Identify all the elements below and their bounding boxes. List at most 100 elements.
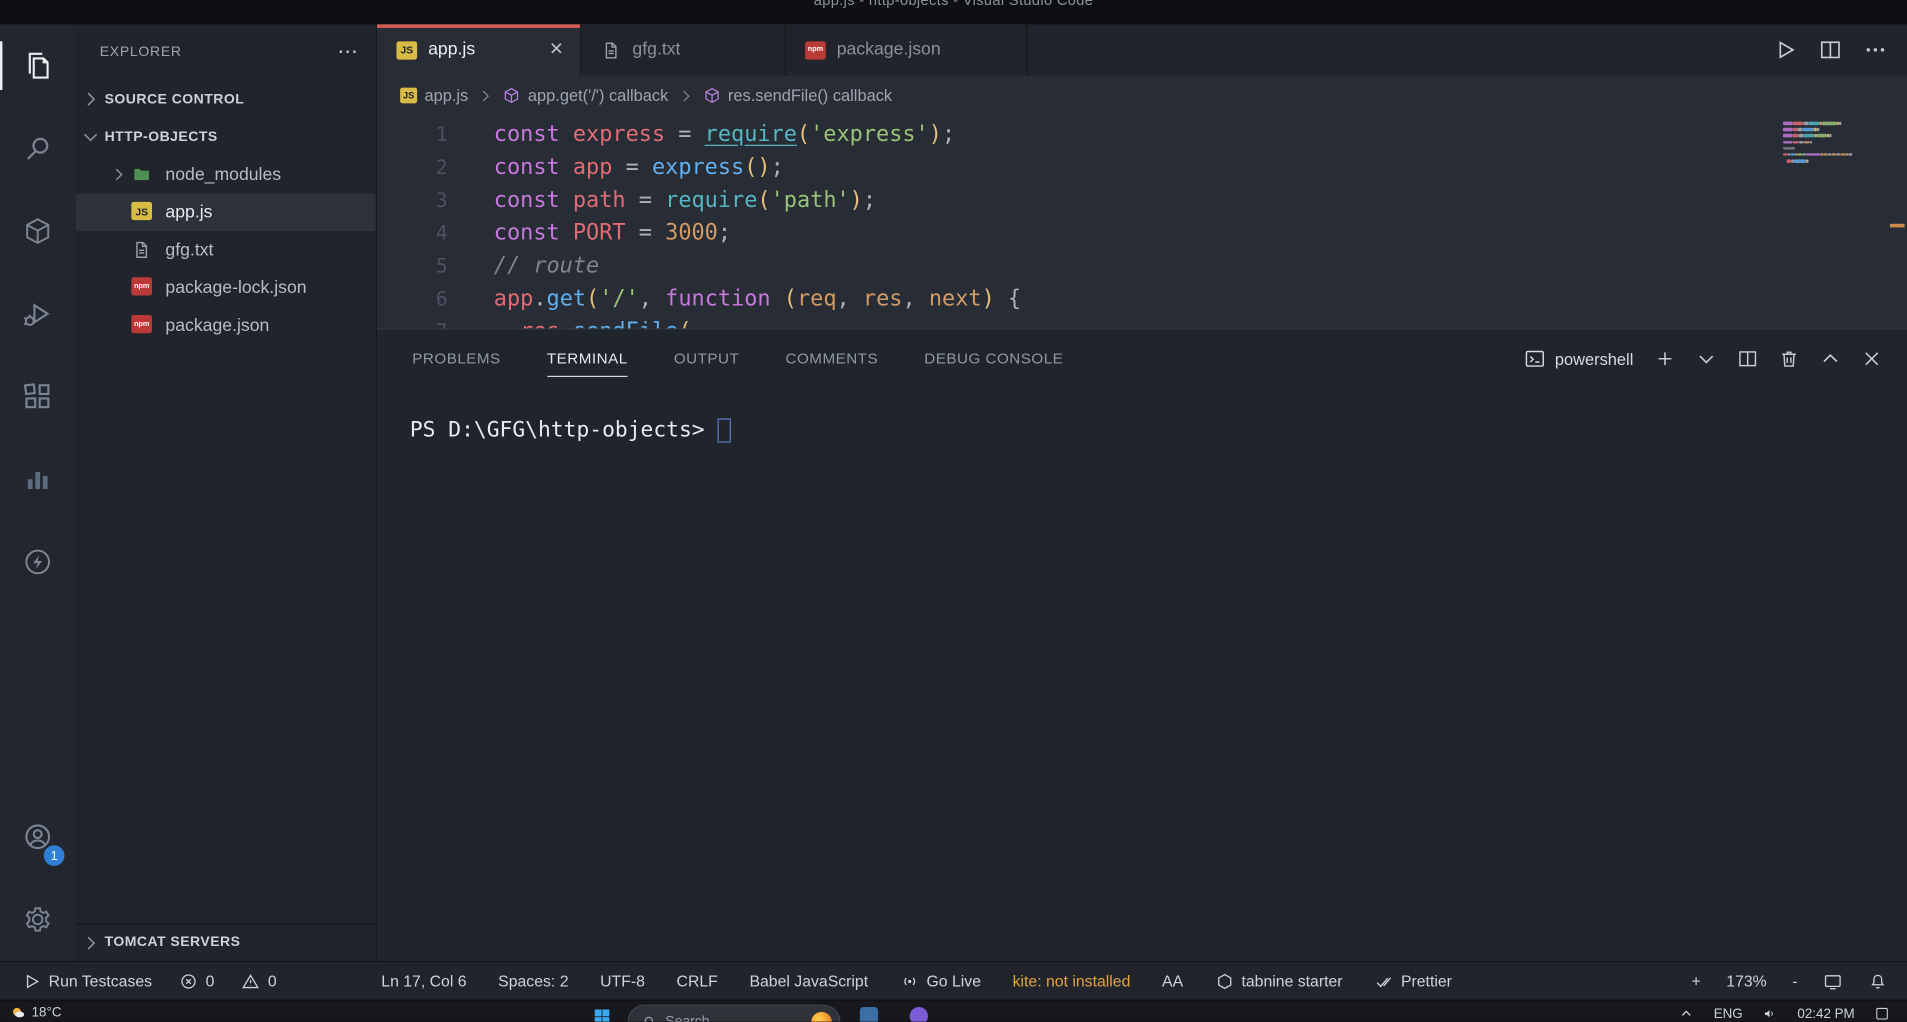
taskbar-search[interactable]: Search: [627, 1004, 841, 1022]
status-indentation[interactable]: Spaces: 2: [498, 972, 568, 990]
taskbar-app-icon[interactable]: [909, 1007, 928, 1022]
code-editor[interactable]: 1 2 3 4 5 6 7 const express = require('express…: [377, 116, 1907, 328]
file-label: node_modules: [165, 164, 282, 185]
status-screencast[interactable]: [1823, 971, 1842, 990]
chevron-down-icon: [80, 126, 101, 147]
panel-tab-comments[interactable]: COMMENTS: [786, 330, 879, 388]
bottom-panel: PROBLEMS TERMINAL OUTPUT COMMENTS DEBUG CONS…: [377, 328, 1907, 961]
status-go-live[interactable]: Go Live: [900, 971, 981, 990]
breadcrumb-label: app.js: [424, 86, 469, 105]
status-run-testcases[interactable]: Run Testcases: [22, 971, 152, 990]
terminal-icon: [1524, 348, 1546, 370]
maximize-panel-icon[interactable]: [1819, 348, 1841, 370]
notification-icon[interactable]: [1874, 1006, 1890, 1022]
tab-gfg-txt[interactable]: gfg.txt: [581, 24, 786, 76]
activity-package-manager[interactable]: [0, 190, 75, 273]
status-tabnine[interactable]: tabnine starter: [1215, 971, 1343, 990]
activity-metrics[interactable]: [0, 438, 75, 521]
overview-ruler-mark: [1889, 223, 1905, 228]
status-zoom-level[interactable]: 173%: [1726, 972, 1766, 990]
windows-start-icon[interactable]: [592, 1007, 611, 1022]
activity-run-and-debug[interactable]: [0, 272, 75, 355]
breadcrumb-item[interactable]: app.get('/') callback: [502, 86, 668, 105]
text-file-icon: [131, 240, 152, 261]
more-actions-icon[interactable]: ⋯: [337, 41, 358, 62]
status-label: AA: [1162, 971, 1184, 990]
symbol-method-icon: [702, 86, 720, 104]
status-label: 0: [267, 971, 277, 990]
volume-icon[interactable]: [1762, 1006, 1778, 1022]
status-encoding[interactable]: UTF-8: [600, 972, 645, 990]
terminal-cursor: [717, 418, 732, 443]
more-actions-icon[interactable]: [1863, 38, 1887, 62]
clock[interactable]: 02:42 PM: [1797, 1006, 1854, 1021]
status-prettier[interactable]: Prettier: [1374, 971, 1452, 990]
close-panel-icon[interactable]: [1861, 348, 1883, 370]
file-gfg-txt[interactable]: gfg.txt: [75, 231, 375, 269]
panel-tab-problems[interactable]: PROBLEMS: [412, 330, 500, 388]
panel-tab-output[interactable]: OUTPUT: [674, 330, 739, 388]
status-zoom-in[interactable]: +: [1692, 972, 1701, 990]
launch-profile-icon[interactable]: [1695, 348, 1717, 370]
kill-terminal-icon[interactable]: [1778, 348, 1800, 370]
activity-thunder-client[interactable]: [0, 521, 75, 604]
new-terminal-icon[interactable]: [1654, 348, 1676, 370]
status-notifications[interactable]: [1868, 971, 1887, 990]
activity-extensions[interactable]: [0, 355, 75, 438]
close-icon[interactable]: ×: [550, 38, 564, 61]
thunder-icon: [22, 546, 54, 578]
file-app-js[interactable]: JS app.js: [75, 193, 376, 232]
split-editor-icon[interactable]: [1818, 38, 1842, 62]
activity-explorer[interactable]: [0, 24, 75, 107]
status-cursor-position[interactable]: Ln 17, Col 6: [381, 972, 466, 990]
tab-app-js[interactable]: JS app.js ×: [377, 24, 582, 76]
activity-search[interactable]: [0, 107, 75, 190]
status-label: 173%: [1726, 971, 1767, 990]
window-title: app.js - http-objects - Visual Studio Co…: [813, 0, 1094, 9]
status-label: Go Live: [926, 971, 981, 990]
status-language-mode[interactable]: Babel JavaScript: [749, 972, 868, 990]
file-package-json[interactable]: npm package.json: [75, 306, 375, 344]
terminal[interactable]: PS D:\GFG\http-objects>: [377, 388, 1907, 446]
terminal-shell-selector[interactable]: powershell: [1524, 348, 1633, 370]
npm-icon: npm: [805, 40, 826, 59]
minimap[interactable]: [1782, 121, 1866, 166]
taskbar-app-icon[interactable]: [859, 1007, 879, 1022]
activity-accounts[interactable]: 1: [0, 795, 75, 878]
section-source-control[interactable]: SOURCE CONTROL: [75, 80, 375, 118]
vscode-window: app.js - http-objects - Visual Studio Co…: [0, 0, 1907, 1022]
tray-chevron-up-icon[interactable]: [1678, 1006, 1694, 1022]
breadcrumb-separator-icon: [477, 87, 494, 104]
file-package-lock-json[interactable]: npm package-lock.json: [75, 269, 375, 307]
status-font-indicator[interactable]: AA: [1162, 972, 1183, 990]
activity-settings[interactable]: [0, 878, 75, 961]
search-icon: [642, 1014, 657, 1022]
breadcrumbs: JS app.js app.get('/') callback res.send…: [377, 75, 1907, 116]
run-file-icon[interactable]: [1773, 38, 1797, 62]
warning-icon: [241, 971, 260, 990]
status-errors[interactable]: 0: [179, 971, 214, 990]
status-warnings[interactable]: 0: [241, 971, 277, 990]
explorer-sidebar: EXPLORER ⋯ SOURCE CONTROL HTTP-OBJECTS n…: [75, 24, 378, 961]
code-line: const path = require('path');: [493, 187, 877, 213]
breadcrumb-item[interactable]: JS app.js: [400, 86, 469, 105]
status-zoom-out[interactable]: -: [1792, 972, 1797, 990]
file-node-modules[interactable]: node_modules: [75, 156, 375, 194]
section-tomcat-servers[interactable]: TOMCAT SERVERS: [75, 923, 376, 961]
status-eol[interactable]: CRLF: [677, 972, 718, 990]
editor-group: JS app.js × gfg.txt npm package.json JS ap…: [377, 24, 1907, 961]
tab-package-json[interactable]: npm package.json: [785, 24, 1028, 76]
status-kite[interactable]: kite: not installed: [1013, 972, 1131, 990]
split-terminal-icon[interactable]: [1737, 348, 1759, 370]
breadcrumb-item[interactable]: res.sendFile() callback: [702, 86, 892, 105]
weather-widget[interactable]: 18°C: [10, 1005, 62, 1021]
taskbar-tray: ENG 02:42 PM: [1678, 1006, 1890, 1022]
section-http-objects[interactable]: HTTP-OBJECTS: [75, 118, 375, 156]
panel-tab-terminal[interactable]: TERMINAL: [546, 330, 629, 388]
language-indicator[interactable]: ENG: [1714, 1006, 1743, 1021]
panel-tab-debug-console[interactable]: DEBUG CONSOLE: [924, 330, 1063, 388]
temperature-label: 18°C: [31, 1005, 62, 1020]
